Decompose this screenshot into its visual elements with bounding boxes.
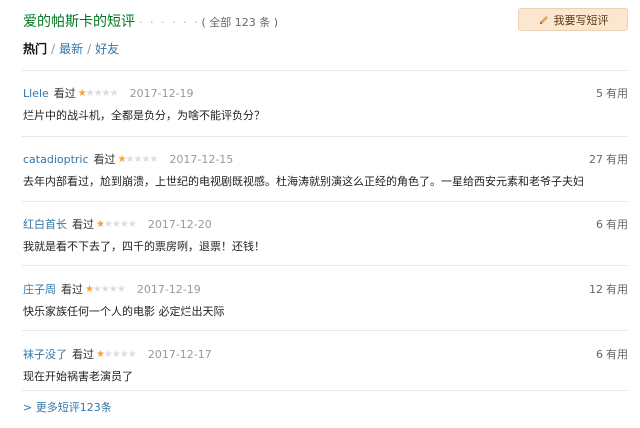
comment-date: 2017-12-17 xyxy=(147,347,212,361)
comment-date: 2017-12-19 xyxy=(129,86,194,100)
status-label: 看过 xyxy=(72,348,94,361)
write-comment-label: 我要写短评 xyxy=(553,13,609,27)
tab-friends[interactable]: 好友 xyxy=(95,42,119,56)
comment-text: 现在开始祸害老演员了 xyxy=(23,370,133,383)
comment-user[interactable]: 红白首长 xyxy=(23,216,67,232)
rating-stars: ★★★★★ xyxy=(96,218,137,230)
comment-meta: 袜子没了 看过 ★★★★★ 2017-12-17 xyxy=(23,346,212,362)
comment-item: 袜子没了 看过 ★★★★★ 2017-12-17 6 有用 现在开始祸害老演员了 xyxy=(23,346,628,396)
divider xyxy=(22,201,628,202)
comment-meta: catadioptric 看过 ★★★★★ 2017-12-15 xyxy=(23,151,233,167)
useful-label: 有用 xyxy=(606,153,628,166)
comment-item: 庄子周 看过 ★★★★★ 2017-12-19 12 有用 快乐家族任何一个人的电… xyxy=(23,281,628,331)
useful-label: 有用 xyxy=(606,87,628,100)
title-dots: · · · · · · xyxy=(139,16,200,29)
useful-vote-button[interactable]: 6 有用 xyxy=(596,346,628,362)
rating-stars: ★★★★★ xyxy=(77,87,119,99)
rating-stars: ★★★★★ xyxy=(117,153,159,165)
useful-label: 有用 xyxy=(606,348,628,361)
status-label: 看过 xyxy=(72,218,94,231)
useful-vote-button[interactable]: 5 有用 xyxy=(596,85,628,101)
comment-text: 去年内部看过，尬到崩溃，上世纪的电视剧既视感。杜海涛就别演这么正经的角色了。一星… xyxy=(23,175,584,188)
comments-header: 爱的帕斯卡的短评 · · · · · ·( 全部 123 条 ) 我要写短评 xyxy=(23,8,628,32)
comment-date: 2017-12-15 xyxy=(169,152,234,166)
useful-count: 6 xyxy=(596,218,603,231)
status-label: 看过 xyxy=(93,153,116,166)
comment-user[interactable]: Llele xyxy=(23,87,49,100)
useful-count: 12 xyxy=(589,283,603,296)
rating-stars: ★★★★★ xyxy=(85,283,126,295)
sort-tabs: 热门 / 最新 / 好友 xyxy=(23,40,119,57)
useful-count: 27 xyxy=(589,153,603,166)
divider xyxy=(22,136,628,137)
status-label: 看过 xyxy=(53,87,76,100)
useful-vote-button[interactable]: 6 有用 xyxy=(596,216,628,232)
pencil-icon xyxy=(539,15,548,24)
comment-user[interactable]: 袜子没了 xyxy=(23,346,67,362)
more-comments-link[interactable]: > 更多短评123条 xyxy=(23,399,112,415)
useful-count: 5 xyxy=(596,87,603,100)
comment-meta: Llele 看过 ★★★★★ 2017-12-19 xyxy=(23,85,194,101)
all-count-link[interactable]: ( 全部 123 条 ) xyxy=(201,16,278,29)
status-label: 看过 xyxy=(61,283,83,296)
comment-text: 我就是看不下去了，四千的票房咧，退票！还钱！ xyxy=(23,240,265,253)
useful-count: 6 xyxy=(596,348,603,361)
comment-date: 2017-12-20 xyxy=(147,217,212,231)
tab-hot[interactable]: 热门 xyxy=(23,42,47,56)
section-title-text: 爱的帕斯卡的短评 xyxy=(23,14,135,30)
tab-separator: / xyxy=(51,42,56,56)
comment-user[interactable]: 庄子周 xyxy=(23,281,56,297)
divider xyxy=(22,70,628,71)
useful-vote-button[interactable]: 27 有用 xyxy=(589,151,628,167)
useful-label: 有用 xyxy=(606,218,628,231)
tab-separator: / xyxy=(87,42,92,56)
comment-text: 烂片中的战斗机，全都是负分，为啥不能评负分？ xyxy=(23,109,265,122)
comment-date: 2017-12-19 xyxy=(136,282,201,296)
comment-item: catadioptric 看过 ★★★★★ 2017-12-15 27 有用 去年… xyxy=(23,151,628,201)
tab-latest[interactable]: 最新 xyxy=(59,42,83,56)
section-title: 爱的帕斯卡的短评 · · · · · ·( 全部 123 条 ) xyxy=(23,11,278,31)
comment-text: 快乐家族任何一个人的电影 必定烂出天际 xyxy=(23,305,225,318)
comment-user[interactable]: catadioptric xyxy=(23,153,89,166)
comment-meta: 红白首长 看过 ★★★★★ 2017-12-20 xyxy=(23,216,212,232)
comment-meta: 庄子周 看过 ★★★★★ 2017-12-19 xyxy=(23,281,201,297)
useful-vote-button[interactable]: 12 有用 xyxy=(589,281,628,297)
rating-stars: ★★★★★ xyxy=(96,348,137,360)
comment-item: 红白首长 看过 ★★★★★ 2017-12-20 6 有用 我就是看不下去了，四千… xyxy=(23,216,628,266)
useful-label: 有用 xyxy=(606,283,628,296)
comment-item: Llele 看过 ★★★★★ 2017-12-19 5 有用 烂片中的战斗机，全都… xyxy=(23,85,628,135)
write-comment-button[interactable]: 我要写短评 xyxy=(518,8,628,31)
